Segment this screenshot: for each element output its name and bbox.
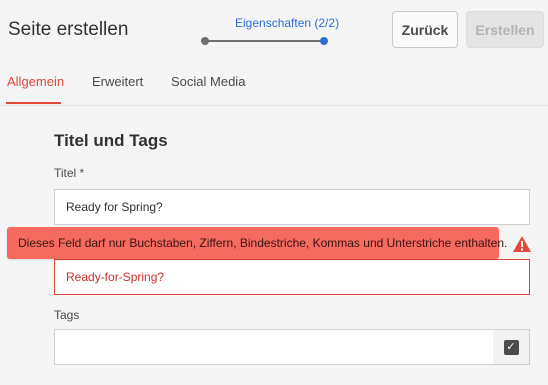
active-tab-indicator <box>6 102 61 104</box>
wizard-progress: Eigenschaften (2/2) <box>198 14 339 50</box>
wizard-step-label: Eigenschaften (2/2) <box>235 16 340 30</box>
tab-social-media[interactable]: Social Media <box>171 74 245 89</box>
section-title: Titel und Tags <box>54 131 168 150</box>
title-input[interactable]: Ready for Spring? <box>54 189 530 225</box>
tags-picker-button[interactable]: ✓ <box>493 329 530 365</box>
tags-label: Tags <box>54 308 80 322</box>
error-tooltip: Dieses Feld darf nur Buchstaben, Ziffern… <box>7 227 507 259</box>
wizard-step-1-dot[interactable] <box>201 37 209 45</box>
tab-bar: Allgemein Erweitert Social Media <box>0 62 548 106</box>
wizard-track <box>206 40 324 42</box>
title-label: Titel * <box>54 166 85 180</box>
back-button[interactable]: Zurück <box>392 11 458 48</box>
create-button[interactable]: Erstellen <box>466 11 544 48</box>
name-input[interactable]: Ready-for-Spring? <box>54 259 530 295</box>
tags-input[interactable] <box>54 329 494 365</box>
wizard-step-2-dot[interactable] <box>320 37 328 45</box>
checkbox-icon: ✓ <box>503 339 519 355</box>
warning-icon <box>513 236 531 252</box>
page-title: Seite erstellen <box>8 19 129 40</box>
tab-erweitert[interactable]: Erweitert <box>92 74 143 89</box>
header: Seite erstellen Eigenschaften (2/2) Zurü… <box>0 0 548 62</box>
tab-allgemein[interactable]: Allgemein <box>7 74 64 89</box>
